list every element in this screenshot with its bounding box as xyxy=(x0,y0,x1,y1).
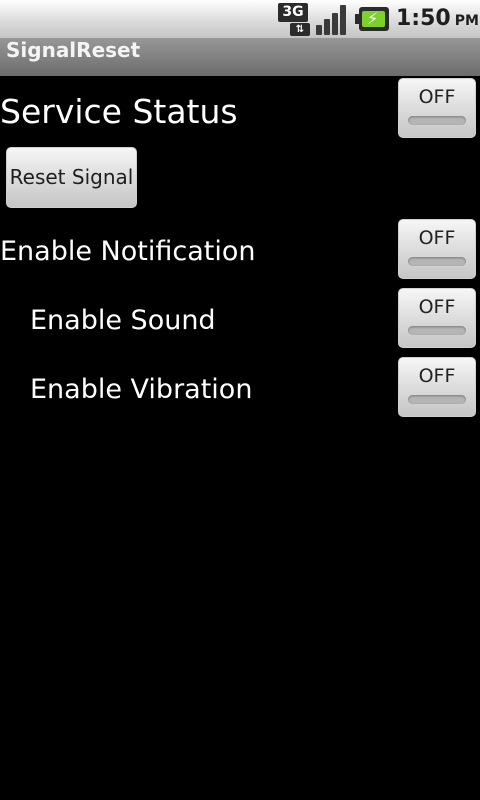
service-status-toggle[interactable]: OFF xyxy=(398,78,476,138)
title-bar: SignalReset xyxy=(0,38,480,76)
toggle-indicator xyxy=(408,395,466,404)
data-activity-icon: ⇅ xyxy=(290,23,310,36)
service-status-label: Service Status xyxy=(0,92,238,131)
toggle-indicator xyxy=(408,257,466,266)
signal-strength-icon xyxy=(316,3,350,35)
enable-vibration-toggle[interactable]: OFF xyxy=(398,357,476,417)
enable-notification-label: Enable Notification xyxy=(0,236,256,267)
enable-vibration-label: Enable Vibration xyxy=(30,374,253,405)
app-title: SignalReset xyxy=(6,38,141,62)
clock-ampm: PM xyxy=(454,13,479,29)
3g-data-icon: 3G ⇅ xyxy=(278,3,312,36)
network-type-label: 3G xyxy=(278,3,308,22)
enable-vibration-toggle-text: OFF xyxy=(418,365,456,387)
enable-sound-toggle-text: OFF xyxy=(418,296,456,318)
enable-notification-toggle[interactable]: OFF xyxy=(398,219,476,279)
toggle-indicator xyxy=(408,116,466,125)
toggle-indicator xyxy=(408,326,466,335)
service-status-toggle-text: OFF xyxy=(418,86,456,108)
clock: 1:50 PM xyxy=(396,6,479,34)
status-bar: 3G ⇅ ⚡ 1:50 PM xyxy=(0,0,480,38)
enable-sound-label: Enable Sound xyxy=(30,305,216,336)
clock-time: 1:50 xyxy=(396,6,451,31)
reset-signal-button[interactable]: Reset Signal xyxy=(6,147,137,208)
enable-notification-toggle-text: OFF xyxy=(418,227,456,249)
battery-charging-icon: ⚡ xyxy=(355,7,389,31)
enable-sound-toggle[interactable]: OFF xyxy=(398,288,476,348)
